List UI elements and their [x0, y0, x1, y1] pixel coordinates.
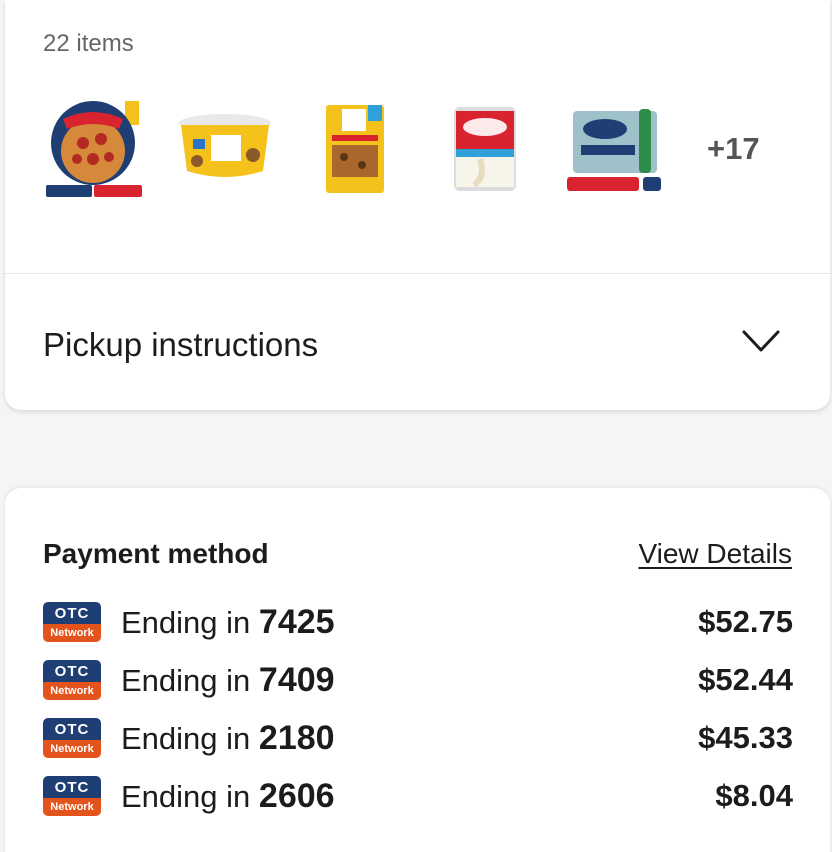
ending-prefix: Ending in — [121, 604, 251, 640]
otc-badge-bottom: Network — [43, 682, 101, 700]
otc-network-icon: OTC Network — [43, 660, 101, 700]
ending-prefix: Ending in — [121, 662, 251, 698]
product-thumb-evaporated-milk[interactable] — [433, 94, 537, 204]
otc-badge-top: OTC — [43, 602, 101, 624]
otc-badge-bottom: Network — [43, 798, 101, 816]
card-last4: 2606 — [258, 776, 335, 815]
payment-row: OTC Network Ending in 2180 $45.33 — [43, 716, 793, 760]
payment-row: OTC Network Ending in 7409 $52.44 — [43, 658, 793, 702]
otc-badge-bottom: Network — [43, 624, 101, 642]
water-pack-icon — [567, 109, 661, 191]
product-thumb-pizza[interactable] — [43, 94, 147, 204]
payment-amount: $52.75 — [698, 604, 793, 639]
cookie-dough-pack-icon — [326, 105, 384, 193]
otc-network-icon: OTC Network — [43, 718, 101, 758]
items-count: 22 items — [43, 30, 134, 57]
payment-amount: $8.04 — [715, 778, 793, 813]
view-details-link[interactable]: View Details — [638, 538, 792, 570]
card-last4: 7425 — [258, 602, 335, 641]
product-thumb-cookie-bar[interactable] — [303, 94, 407, 204]
ending-prefix: Ending in — [121, 720, 251, 756]
ending-prefix: Ending in — [121, 778, 251, 814]
order-items-card: 22 items +17 Pickup instructions — [5, 0, 830, 410]
pickup-instructions-label: Pickup instructions — [43, 326, 319, 363]
pickup-instructions-row[interactable]: Pickup instructions — [5, 274, 830, 410]
card-ending: Ending in 7425 — [121, 603, 335, 642]
card-ending: Ending in 2606 — [121, 777, 335, 816]
otc-badge-bottom: Network — [43, 740, 101, 758]
otc-badge-top: OTC — [43, 776, 101, 798]
product-thumbnails: +17 — [43, 94, 760, 204]
payment-amount: $52.44 — [698, 662, 793, 697]
otc-network-icon: OTC Network — [43, 602, 101, 642]
product-thumb-cookie-tub[interactable] — [173, 94, 277, 204]
payment-row: OTC Network Ending in 7425 $52.75 — [43, 600, 793, 644]
card-last4: 2180 — [258, 718, 335, 757]
milk-can-icon — [454, 107, 516, 191]
more-items-count[interactable]: +17 — [707, 131, 760, 167]
pizza-box-icon — [46, 101, 142, 197]
payment-row: OTC Network Ending in 2606 $8.04 — [43, 774, 793, 818]
card-ending: Ending in 2180 — [121, 719, 335, 758]
product-thumb-mineral-water[interactable] — [563, 94, 667, 204]
card-ending: Ending in 7409 — [121, 661, 335, 700]
card-last4: 7409 — [258, 660, 335, 699]
otc-network-icon: OTC Network — [43, 776, 101, 816]
otc-badge-top: OTC — [43, 660, 101, 682]
chevron-down-icon — [742, 330, 780, 352]
payment-amount: $45.33 — [698, 720, 793, 755]
otc-badge-top: OTC — [43, 718, 101, 740]
payment-method-title: Payment method — [43, 538, 269, 569]
payment-method-card: Payment method View Details OTC Network … — [5, 488, 830, 852]
cookie-dough-tub-icon — [179, 114, 271, 177]
